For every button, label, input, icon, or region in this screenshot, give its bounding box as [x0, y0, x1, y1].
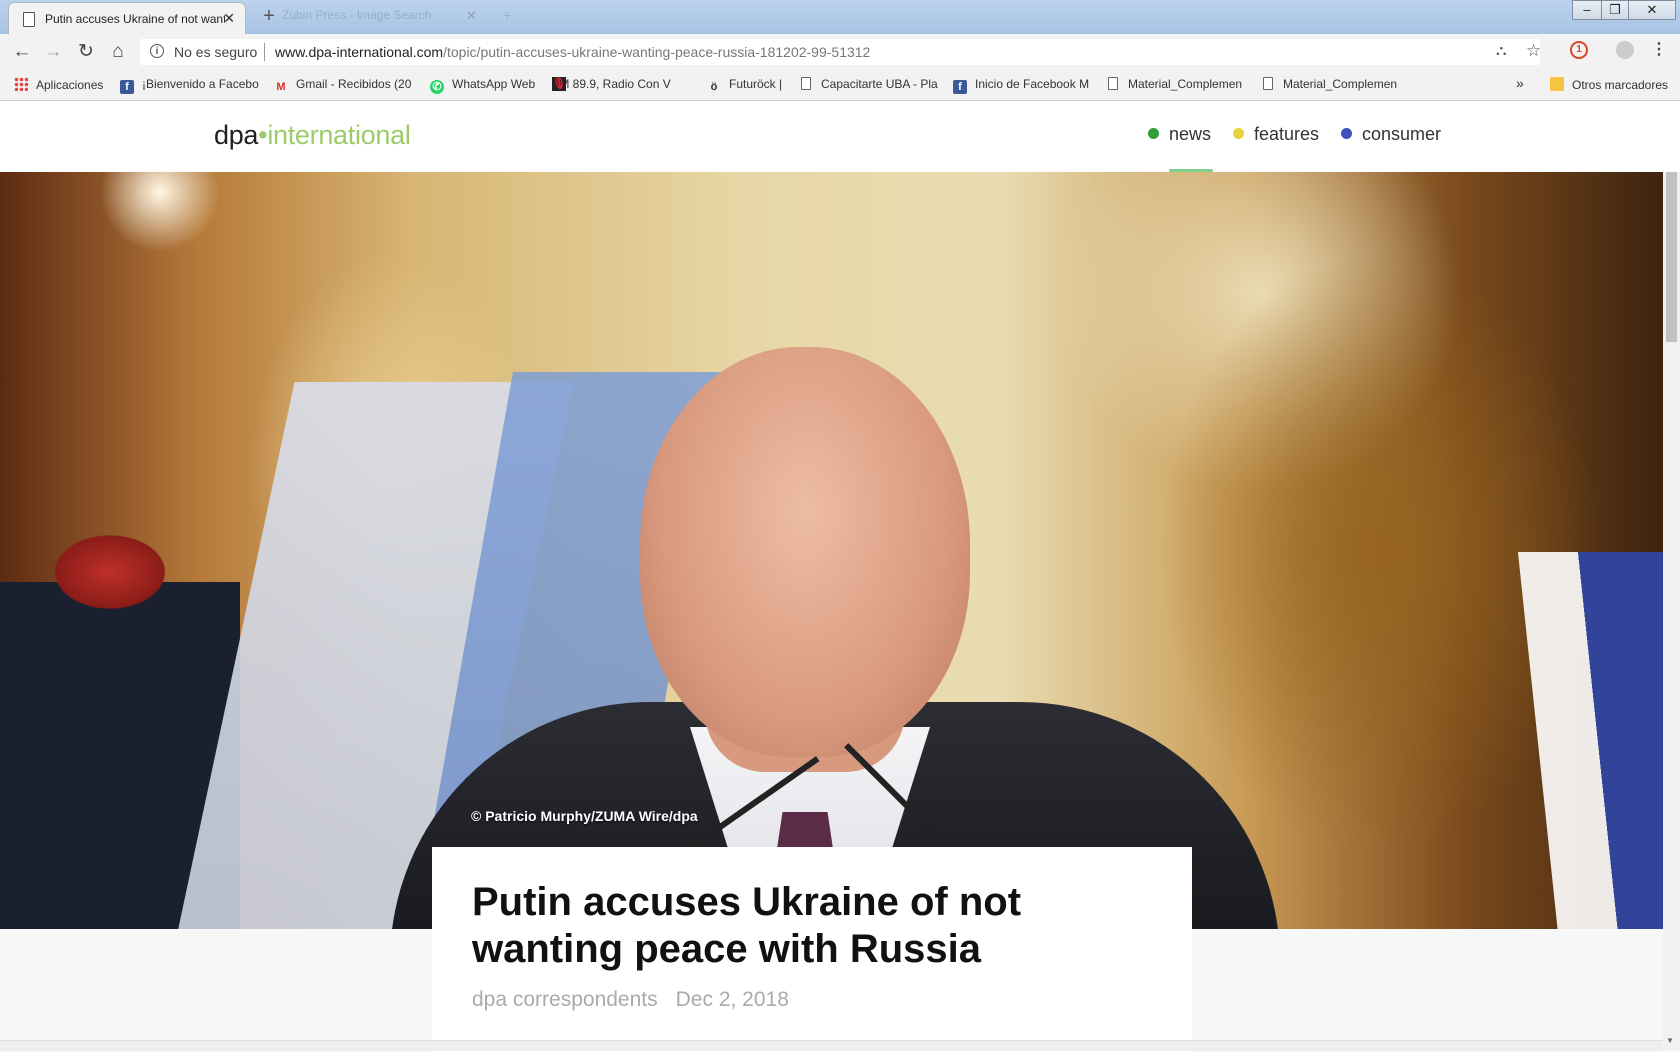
document-icon	[801, 77, 811, 90]
background-tab-title[interactable]: Zubin Press - Image Search	[282, 8, 482, 26]
page-document-icon	[23, 12, 35, 27]
url-text[interactable]: www.dpa-international.com/topic/putin-ac…	[275, 44, 870, 60]
nav-consumer[interactable]: consumer	[1341, 124, 1441, 145]
document-icon	[1263, 77, 1273, 90]
browser-toolbar: ← → ↻ ⌂ i No es seguro www.dpa-internati…	[0, 34, 1680, 70]
bookmark-facebook[interactable]: f ¡Bienvenido a Facebo	[120, 77, 259, 94]
background-tab-close-icon[interactable]: ✕	[466, 8, 477, 24]
facebook-icon: f	[120, 80, 134, 94]
bookmark-label: Futuröck |	[729, 77, 783, 91]
bookmark-label: Inicio de Facebook M	[975, 77, 1090, 91]
forward-arrow-icon[interactable]: →	[41, 40, 65, 64]
url-host: www.dpa-international.com	[275, 44, 444, 60]
menu-kebab-icon[interactable]: ⋮	[1650, 41, 1668, 59]
bookmark-facebook-inicio[interactable]: f Inicio de Facebook M	[953, 77, 1089, 94]
security-label[interactable]: No es seguro	[174, 44, 257, 60]
folder-icon	[1550, 77, 1564, 91]
horizontal-scrollbar[interactable]	[0, 1040, 1663, 1051]
bookmark-other[interactable]: Otros marcadores	[1550, 77, 1668, 92]
back-arrow-icon[interactable]: ←	[10, 40, 34, 64]
bookmark-futurock[interactable]: ö Futuröck |	[707, 77, 783, 94]
article-date: Dec 2, 2018	[675, 988, 789, 1011]
bookmark-capacitarte[interactable]: Capacitarte UBA - Pla	[801, 77, 938, 91]
article-headline: Putin accuses Ukraine of not wanting pea…	[472, 880, 1022, 971]
logo-dot: •	[258, 120, 268, 150]
vertical-scrollbar[interactable]: ▲ ▼	[1663, 172, 1680, 1050]
bookmark-star-icon[interactable]: ☆	[1526, 41, 1541, 61]
article-byline: dpa correspondents Dec 2, 2018	[472, 988, 789, 1012]
nav-news[interactable]: news	[1148, 124, 1211, 145]
browser-tab-active[interactable]: Putin accuses Ukraine of not wanting pea…	[8, 2, 246, 34]
nav-label: news	[1169, 124, 1212, 144]
home-icon[interactable]: ⌂	[106, 40, 130, 64]
bookmark-label: Gmail - Recibidos (20	[296, 77, 412, 91]
apps-grid-icon	[14, 77, 28, 91]
logo-secondary: international	[267, 120, 411, 150]
dpa-international-logo[interactable]: dpa•international	[214, 120, 411, 151]
tab-close-icon[interactable]: ✕	[223, 10, 235, 27]
nav-label: consumer	[1362, 124, 1442, 144]
bookmark-label: WhatsApp Web	[452, 77, 536, 91]
article-card: Putin accuses Ukraine of not wanting pea…	[432, 847, 1192, 1052]
hero-photo: © Patricio Murphy/ZUMA Wire/dpa	[0, 172, 1663, 929]
features-dot-icon	[1233, 128, 1244, 139]
translate-icon[interactable]: ⛬	[1496, 42, 1507, 59]
bookmark-gmail[interactable]: M Gmail - Recibidos (20	[274, 77, 411, 94]
person-head	[640, 347, 970, 757]
browser-title-bar: Putin accuses Ukraine of not wanting pea…	[0, 0, 1680, 34]
whatsapp-icon: ✆	[430, 80, 444, 94]
bookmark-label: Otros marcadores	[1572, 78, 1669, 92]
extension-icon[interactable]: 1	[1570, 41, 1588, 59]
logo-primary: dpa	[214, 120, 259, 150]
tab-title: Putin accuses Ukraine of not wanting pea…	[45, 12, 225, 26]
bookmark-label: Aplicaciones	[36, 78, 104, 92]
extension-badge: 1	[1576, 44, 1582, 55]
background-tab-icon[interactable]: +	[503, 7, 511, 23]
bookmark-label: Capacitarte UBA - Pla	[821, 77, 938, 91]
bookmarks-overflow-button[interactable]: »	[1516, 75, 1524, 91]
bookmark-material-2[interactable]: Material_Complemen	[1263, 77, 1397, 91]
document-icon	[1108, 77, 1118, 90]
news-dot-icon	[1148, 128, 1159, 139]
site-header: dpa•international news features consumer	[0, 101, 1680, 172]
address-bar[interactable]: i No es seguro www.dpa-international.com…	[140, 39, 1541, 65]
minimize-icon[interactable]: –	[1572, 0, 1602, 20]
gmail-icon: M	[276, 81, 286, 93]
article-author[interactable]: dpa correspondents	[472, 988, 658, 1011]
restore-icon[interactable]: ❐	[1601, 0, 1629, 20]
futurock-icon: ö	[710, 81, 718, 93]
address-separator	[264, 43, 265, 61]
nav-label: features	[1254, 124, 1320, 144]
reload-icon[interactable]: ↻	[74, 40, 98, 64]
close-window-icon[interactable]: ✕	[1628, 0, 1676, 20]
url-path: /topic/putin-accuses-ukraine-wanting-pea…	[443, 44, 871, 60]
bookmark-radio[interactable]: 🎙 FM 89.9, Radio Con V	[552, 77, 671, 91]
bookmark-apps[interactable]: Aplicaciones	[14, 77, 103, 92]
bookmark-label: ¡Bienvenido a Facebo	[142, 77, 259, 91]
info-icon[interactable]: i	[150, 44, 164, 58]
bookmark-label: FM 89.9, Radio Con V	[552, 77, 671, 91]
photo-credit: © Patricio Murphy/ZUMA Wire/dpa	[471, 808, 698, 824]
consumer-dot-icon	[1341, 128, 1352, 139]
bookmark-label: Material_Complemen	[1128, 77, 1243, 91]
bookmarks-bar: Aplicaciones f ¡Bienvenido a Facebo M Gmai…	[0, 70, 1680, 101]
microphone-icon: 🎙	[552, 77, 566, 91]
scroll-down-icon[interactable]: ▼	[1666, 1036, 1674, 1045]
flag-right	[1517, 552, 1663, 929]
scrollbar-thumb[interactable]	[1666, 172, 1677, 342]
facebook-icon: f	[953, 80, 967, 94]
nav-features[interactable]: features	[1233, 124, 1319, 145]
bookmark-material-1[interactable]: Material_Complemen	[1108, 77, 1242, 91]
bookmark-whatsapp[interactable]: ✆ WhatsApp Web	[430, 77, 535, 94]
bookmark-label: Material_Complemen	[1283, 77, 1398, 91]
profile-avatar-icon[interactable]	[1616, 41, 1634, 59]
new-tab-button[interactable]: +	[258, 6, 280, 28]
